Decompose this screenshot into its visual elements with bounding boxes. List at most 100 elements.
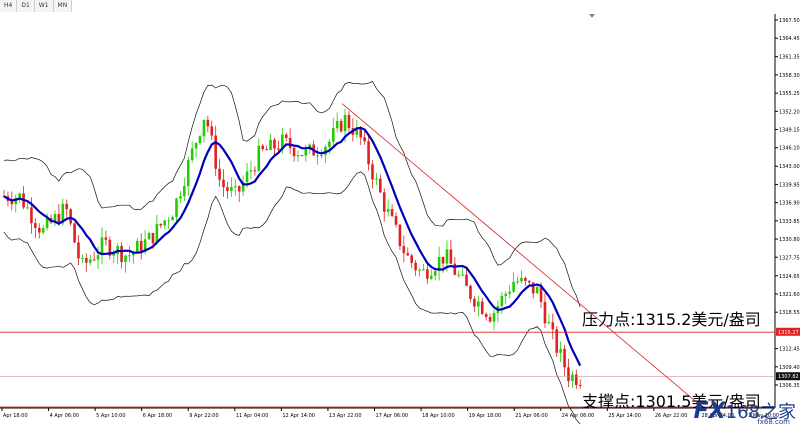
tf-h4[interactable]: H4 (0, 0, 18, 12)
current-price-tag: 1307.82 (778, 374, 799, 380)
candle-body (245, 171, 249, 183)
x-tick-label: 24 Apr 06:00 (562, 413, 595, 419)
candle-body (547, 322, 551, 324)
y-tick-label: 1336.90 (779, 201, 800, 207)
candle-body (179, 196, 182, 199)
candle-body (492, 312, 496, 322)
candle-body (288, 137, 292, 148)
candle-body (379, 178, 382, 193)
candle-body (504, 293, 508, 296)
candle-body (147, 233, 151, 240)
candle-body (571, 374, 574, 382)
candle-body (198, 136, 202, 144)
watermark-logo: FX168之家 fx68.com (694, 398, 796, 426)
candle-body (516, 281, 519, 283)
candle-body (163, 220, 167, 226)
y-tick-label: 1321.60 (779, 292, 800, 298)
candle-body (81, 257, 84, 259)
resistance-annotation: 压力点:1315.2美元/盎司 (582, 310, 761, 329)
y-tick-label: 1367.50 (779, 18, 800, 24)
candle-body (261, 145, 265, 150)
candle-body (414, 262, 417, 271)
candle-body (206, 119, 210, 127)
watermark-url: fx68.com (757, 418, 790, 426)
candle-body (469, 285, 472, 299)
candle-body (473, 298, 476, 307)
candle-body (465, 274, 468, 286)
candle-body (563, 348, 566, 368)
candle-body (284, 134, 288, 138)
candle-body (175, 198, 178, 218)
bollinger-lower (3, 171, 581, 425)
x-tick-label: 19 Apr 18:00 (469, 413, 502, 419)
candle-body (406, 253, 410, 256)
y-tick-label: 1327.75 (779, 255, 800, 261)
y-tick-label: 1324.65 (779, 274, 800, 280)
tf-mn[interactable]: MN (53, 0, 73, 12)
y-tick-label: 1306.35 (779, 383, 800, 389)
candle-body (382, 192, 386, 212)
candle-body (386, 209, 390, 212)
y-tick-label: 1318.55 (779, 310, 800, 316)
candle-body (18, 193, 21, 198)
candle-body (269, 139, 272, 150)
down-trendline (341, 103, 701, 406)
candle-body (539, 286, 543, 302)
y-tick-label: 1309.40 (779, 365, 800, 371)
x-tick-label: Apr 18:00 (3, 413, 28, 419)
x-tick-label: 5 Apr 10:00 (96, 413, 125, 419)
candle-body (394, 216, 398, 225)
candle-body (520, 277, 523, 282)
timeframe-bar: H4 D1 W1 MN (0, 0, 73, 12)
candle-body (41, 228, 45, 233)
candle-body (214, 135, 217, 169)
candle-body (112, 254, 116, 256)
candle-body (367, 141, 370, 165)
candle-body (249, 170, 253, 172)
candle-body (300, 155, 304, 157)
candle-body (422, 269, 425, 271)
candle-body (453, 263, 457, 275)
y-tick-label: 1343.00 (779, 164, 800, 170)
candle-body (218, 168, 221, 180)
candle-body (120, 246, 123, 263)
resistance-price-tag: 1315.27 (778, 330, 799, 336)
candle-body (390, 209, 394, 217)
candle-body (441, 256, 445, 264)
tf-d1[interactable]: D1 (17, 0, 35, 12)
candle-body (151, 233, 155, 244)
x-tick-label: 4 Apr 06:00 (50, 413, 79, 419)
x-tick-label: 25 Apr 14:00 (608, 413, 641, 419)
candle-body (85, 257, 88, 263)
y-tick-label: 1349.15 (779, 128, 800, 134)
y-tick-label: 1330.80 (779, 237, 800, 243)
y-tick-label: 1364.45 (779, 36, 800, 42)
candle-body (512, 281, 515, 292)
candle-body (273, 139, 276, 149)
y-tick-label: 1333.85 (779, 219, 800, 225)
candle-body (77, 242, 80, 259)
candle-body (230, 186, 233, 192)
candle-body (135, 240, 139, 253)
candle-body (210, 126, 214, 136)
tf-w1[interactable]: W1 (34, 0, 54, 12)
candle-body (92, 259, 96, 261)
candle-body (183, 186, 186, 197)
candle-body (461, 274, 464, 276)
candle-body (257, 145, 261, 171)
candle-body (73, 223, 76, 243)
candle-body (402, 246, 406, 254)
candle-body (226, 187, 229, 192)
candle-body (194, 143, 198, 149)
candle-body (347, 115, 351, 129)
x-tick-label: 12 Apr 14:00 (282, 413, 315, 419)
price-chart[interactable]: 1367.50 1364.45 1361.35 1358.30 1355.25 1352.… (0, 0, 800, 426)
candle-body (328, 141, 331, 148)
y-tick-label: 1352.20 (779, 109, 800, 115)
shift-marker-icon (589, 14, 595, 18)
candle-body (375, 178, 378, 180)
candle-body (171, 217, 174, 221)
candle-body (316, 155, 319, 157)
candle-body (527, 280, 531, 283)
candle-body (34, 223, 37, 228)
